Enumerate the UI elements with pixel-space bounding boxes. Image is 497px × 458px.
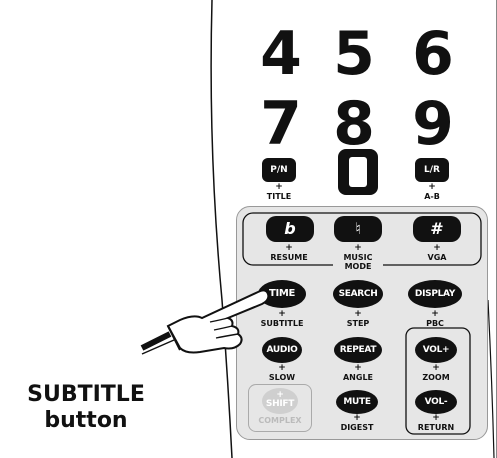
angle-label: ANGLE	[342, 373, 373, 382]
digit-5-button[interactable]: 5	[326, 24, 382, 84]
pointing-hand-icon	[140, 289, 270, 355]
mute-button[interactable]: MUTE	[336, 390, 378, 414]
digest-label: DIGEST	[340, 423, 374, 432]
pn-button[interactable]: P/N	[262, 158, 296, 182]
return-label: RETURN	[417, 423, 455, 432]
flat-button[interactable]: b	[266, 216, 314, 242]
sharp-button[interactable]: #	[413, 216, 461, 242]
pn-plus: +	[275, 182, 283, 192]
repeat-button[interactable]: REPEAT	[334, 337, 382, 363]
step-plus: +	[354, 309, 362, 319]
complex-label: COMPLEX	[258, 416, 302, 425]
music-mode-plus: +	[354, 243, 362, 253]
callout-label: SUBTITLE button	[16, 382, 156, 434]
callout-line2: button	[44, 408, 128, 433]
display-button[interactable]: DISPLAY	[408, 280, 462, 308]
shift-button[interactable]: + SHIFT	[262, 388, 298, 414]
resume-label: RESUME	[264, 253, 314, 262]
digit-6-button[interactable]: 6	[405, 24, 461, 84]
search-button[interactable]: SEARCH	[333, 280, 383, 308]
music-mode-label: MUSIC MODE	[333, 253, 383, 271]
digit-9-button[interactable]: 9	[405, 94, 461, 154]
callout-line1: SUBTITLE	[27, 382, 145, 407]
title-label: TITLE	[266, 192, 292, 201]
angle-plus: +	[354, 363, 362, 373]
ab-label: A-B	[424, 192, 440, 201]
return-plus: +	[432, 413, 440, 423]
digest-plus: +	[353, 413, 361, 423]
digit-0-glyph	[349, 157, 367, 187]
digit-0-button[interactable]	[338, 149, 378, 195]
zoom-label: ZOOM	[422, 373, 450, 382]
step-label: STEP	[346, 319, 370, 328]
slow-label: SLOW	[268, 373, 296, 382]
lr-plus: +	[428, 182, 436, 192]
vol-minus-button[interactable]: VOL-	[415, 390, 457, 414]
lr-button[interactable]: L/R	[415, 158, 449, 182]
shift-button-label: SHIFT	[265, 399, 295, 409]
resume-plus: +	[285, 243, 293, 253]
zoom-plus: +	[432, 363, 440, 373]
vol-plus-button[interactable]: VOL+	[415, 337, 457, 363]
natural-button[interactable]: ♮	[334, 216, 382, 242]
vga-plus: +	[433, 243, 441, 253]
vga-label: VGA	[417, 253, 457, 262]
pbc-plus: +	[431, 309, 439, 319]
digit-7-button[interactable]: 7	[253, 94, 309, 154]
digit-8-button[interactable]: 8	[326, 94, 382, 154]
digit-4-button[interactable]: 4	[253, 24, 309, 84]
